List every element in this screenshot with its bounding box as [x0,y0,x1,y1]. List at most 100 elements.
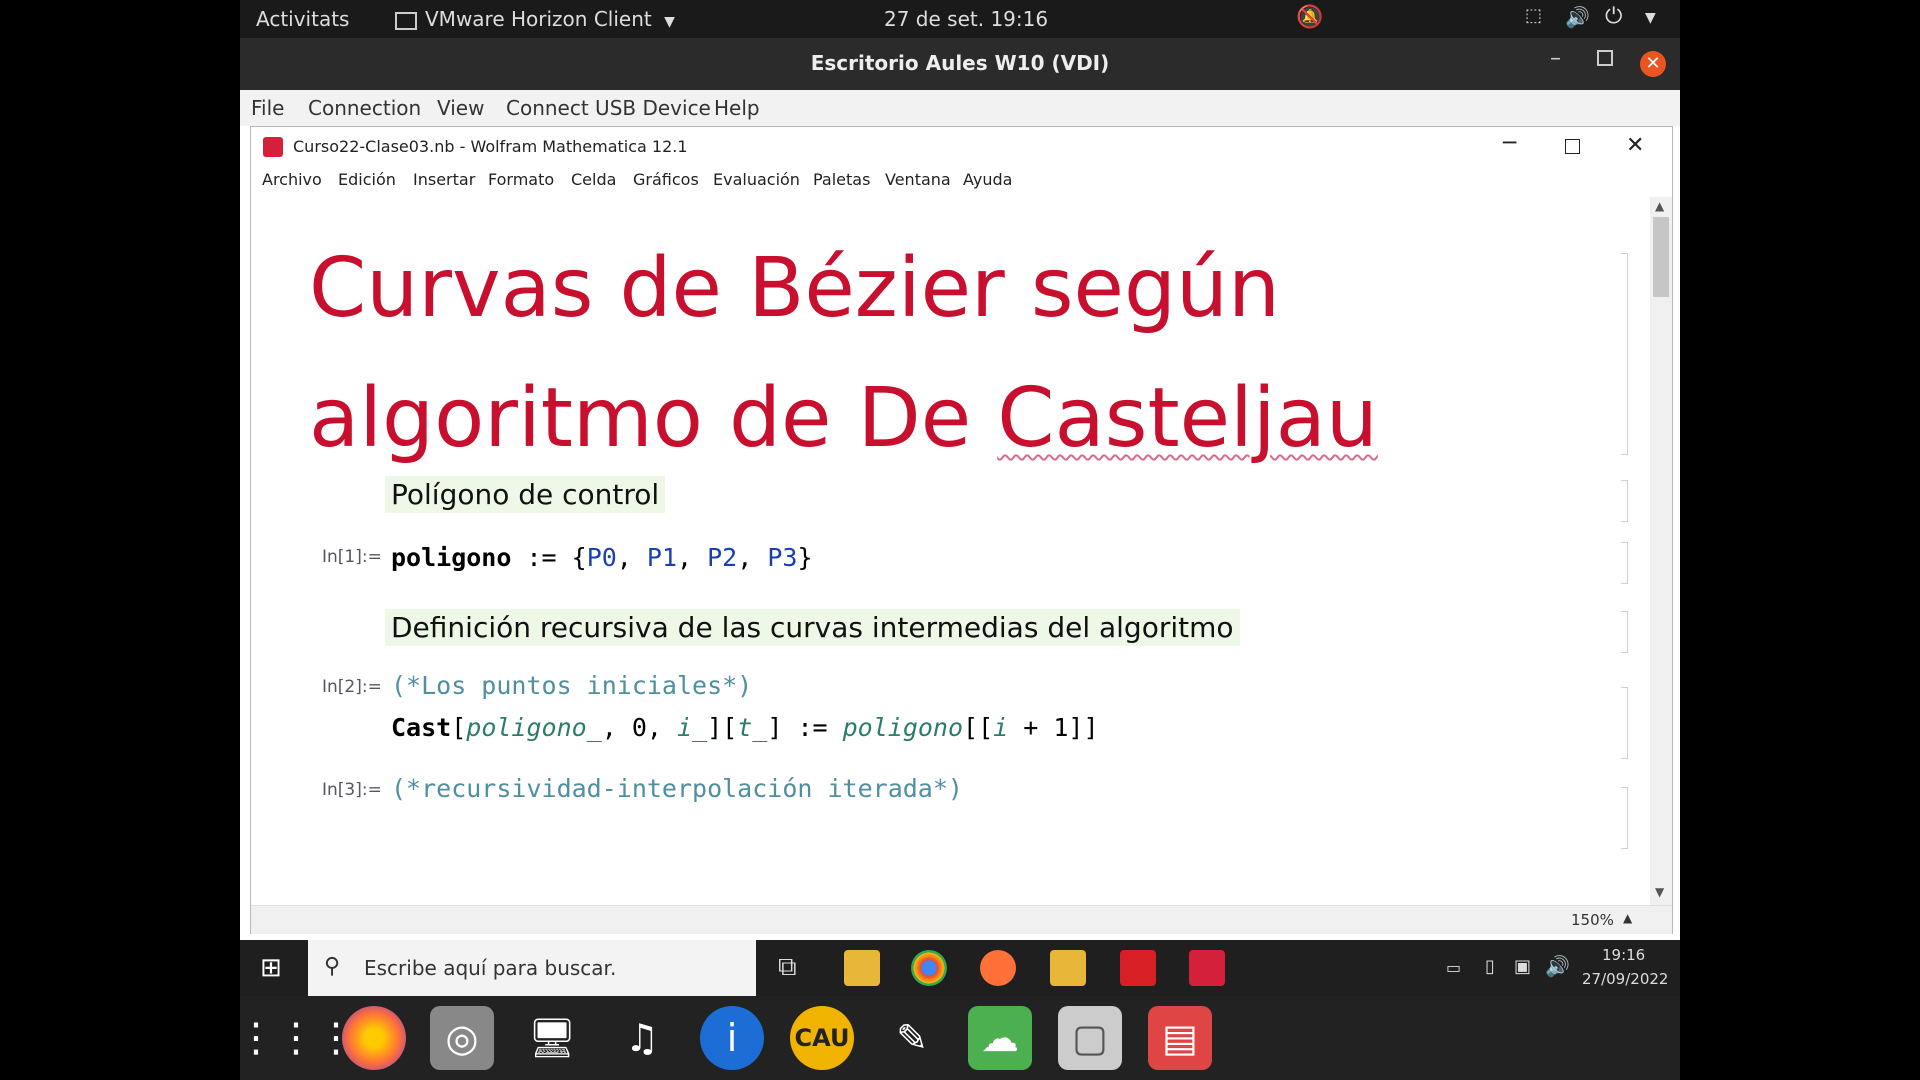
vertical-scrollbar[interactable]: ▲ ▼ [1650,197,1672,905]
in2-plus: + 1]] [1008,713,1099,742]
in2-rb: ][ [707,713,738,742]
mathematica-window: Curso22-Clase03.nb - Wolfram Mathematica… [250,126,1673,934]
in1-sep: , [616,543,647,572]
in1-p3: P3 [767,543,798,572]
zoom-level[interactable]: 150% [1571,911,1614,929]
in1-p1: P1 [646,543,678,572]
menu-formato[interactable]: Formato [488,170,554,189]
notebook-status-bar: 150% ▲ [251,905,1672,934]
network-icon[interactable]: ⬚ [1525,5,1542,26]
monitor-icon [395,11,417,30]
in3-comment[interactable]: (*recursividad-interpolación iterada*) [391,774,963,803]
app-grid-icon[interactable]: ⋮⋮⋮ [236,1006,356,1070]
menu-connection[interactable]: Connection [308,96,421,120]
network-tray-icon[interactable]: ▣ [1514,956,1531,977]
notebook-area[interactable]: Curvas de Bézier según algoritmo de De C… [251,197,1646,905]
in2-label: In[2]:= [322,677,382,697]
in2-i: i [993,713,1009,742]
in1-sep: , [737,543,768,572]
maximize-icon[interactable] [1565,139,1580,154]
app-menu-button[interactable]: VMware Horizon Client ▼ [395,7,675,31]
mathematica-taskbar-icon[interactable] [1189,950,1225,986]
music-icon[interactable]: ♫ [610,1006,674,1070]
remote-desktop-icon[interactable]: 🖥 [520,1006,584,1070]
menu-celda[interactable]: Celda [571,170,616,189]
firefox-dock-icon[interactable] [342,1006,406,1070]
maximize-icon[interactable] [1597,50,1613,66]
section-definicion: Definición recursiva de las curvas inter… [385,609,1240,646]
power-icon[interactable]: ⏻ [1605,4,1622,29]
windows-taskbar: ⊞ ⚲ Escribe aquí para buscar. ⧉ ▭ ▯ ▣ 🔊 … [240,940,1680,996]
chevron-down-icon[interactable]: ▼ [1645,10,1656,26]
menu-ayuda[interactable]: Ayuda [963,170,1012,189]
chrome-icon[interactable] [911,950,947,986]
in2-comment[interactable]: (*Los puntos iniciales*) [391,671,752,700]
usb-icon[interactable]: ▯ [1485,956,1495,977]
scrollbar-thumb[interactable] [1653,217,1669,297]
firefox-icon[interactable] [980,950,1016,986]
document-viewer-icon[interactable]: ▤ [1148,1006,1212,1070]
menu-paletas[interactable]: Paletas [813,170,870,189]
mathematica-titlebar: Curso22-Clase03.nb - Wolfram Mathematica… [251,127,1672,165]
menu-connect-usb[interactable]: Connect USB Device [506,96,711,120]
in1-p2: P2 [707,543,738,572]
cau-icon[interactable]: CAU [790,1006,854,1070]
horizon-menubar: File Connection View Connect USB Device … [240,90,1680,127]
minimize-icon[interactable]: – [1550,46,1561,71]
bell-off-icon: 🔕 [1296,5,1324,30]
cell-bracket[interactable] [1621,687,1628,759]
cell-bracket[interactable] [1621,253,1628,455]
file-explorer-icon[interactable] [844,950,880,986]
in1-name: poligono [391,543,512,572]
minimize-icon[interactable]: ─ [1503,131,1516,156]
section-poligono: Polígono de control [385,476,666,513]
in1-op: := { [511,543,587,572]
in1-code[interactable]: poligono := {P0, P1, P2, P3} [391,543,813,572]
chat-icon[interactable]: ✎ [880,1006,944,1070]
menu-archivo[interactable]: Archivo [262,170,322,189]
taskbar-time[interactable]: 19:16 [1602,946,1645,964]
volume-tray-icon[interactable]: 🔊 [1545,954,1570,978]
menu-graficos[interactable]: Gráficos [633,170,699,189]
close-icon[interactable]: ✕ [1626,133,1644,158]
cell-bracket[interactable] [1621,542,1628,584]
in1-label: In[1]:= [322,547,382,567]
title-line2-part1: algoritmo de De [309,371,998,466]
notebook-title-line1: Curvas de Bézier según [309,241,1280,336]
in2-lb: [ [451,713,467,742]
in2-idx: [[ [963,713,994,742]
zoom-menu-icon[interactable]: ▲ [1623,911,1632,925]
files-icon[interactable]: ▢ [1058,1006,1122,1070]
volume-icon[interactable]: 🔊 [1565,5,1590,29]
mathematica-menubar: Archivo Edición Insertar Formato Celda G… [251,165,1672,195]
close-icon[interactable]: ✕ [1640,51,1666,77]
menu-view[interactable]: View [437,96,484,120]
info-icon[interactable]: i [700,1006,764,1070]
in2-def: ] := [767,713,843,742]
vmware-tray-icon[interactable]: ▭ [1446,958,1461,977]
windows-start-icon[interactable]: ⊞ [260,953,282,983]
clock[interactable]: 27 de set. 19:16 [884,7,1048,31]
in2-arg-i: i_ [677,713,708,742]
menu-edicion[interactable]: Edición [338,170,396,189]
taskbar-date[interactable]: 27/09/2022 [1582,970,1668,988]
activities-button[interactable]: Activitats [256,7,349,31]
menu-evaluacion[interactable]: Evaluación [713,170,800,189]
scroll-up-icon[interactable]: ▲ [1655,199,1664,213]
cell-bracket[interactable] [1621,611,1628,653]
folder-icon[interactable] [1050,950,1086,986]
menu-ventana[interactable]: Ventana [885,170,951,189]
menu-help[interactable]: Help [714,96,760,120]
in2-code[interactable]: Cast[poligono_, 0, i_][t_] := poligono[[… [391,713,1099,742]
cell-bracket[interactable] [1621,787,1628,849]
acrobat-icon[interactable] [1120,950,1156,986]
title-line2-part2: Casteljau [997,371,1378,466]
disk-icon[interactable]: ◎ [430,1006,494,1070]
menu-file[interactable]: File [251,96,284,120]
cell-bracket[interactable] [1621,480,1628,522]
cloud-icon[interactable]: ☁ [968,1006,1032,1070]
scroll-down-icon[interactable]: ▼ [1655,885,1664,899]
task-view-icon[interactable]: ⧉ [778,952,797,983]
taskbar-search[interactable]: ⚲ Escribe aquí para buscar. [308,940,756,996]
menu-insertar[interactable]: Insertar [413,170,475,189]
